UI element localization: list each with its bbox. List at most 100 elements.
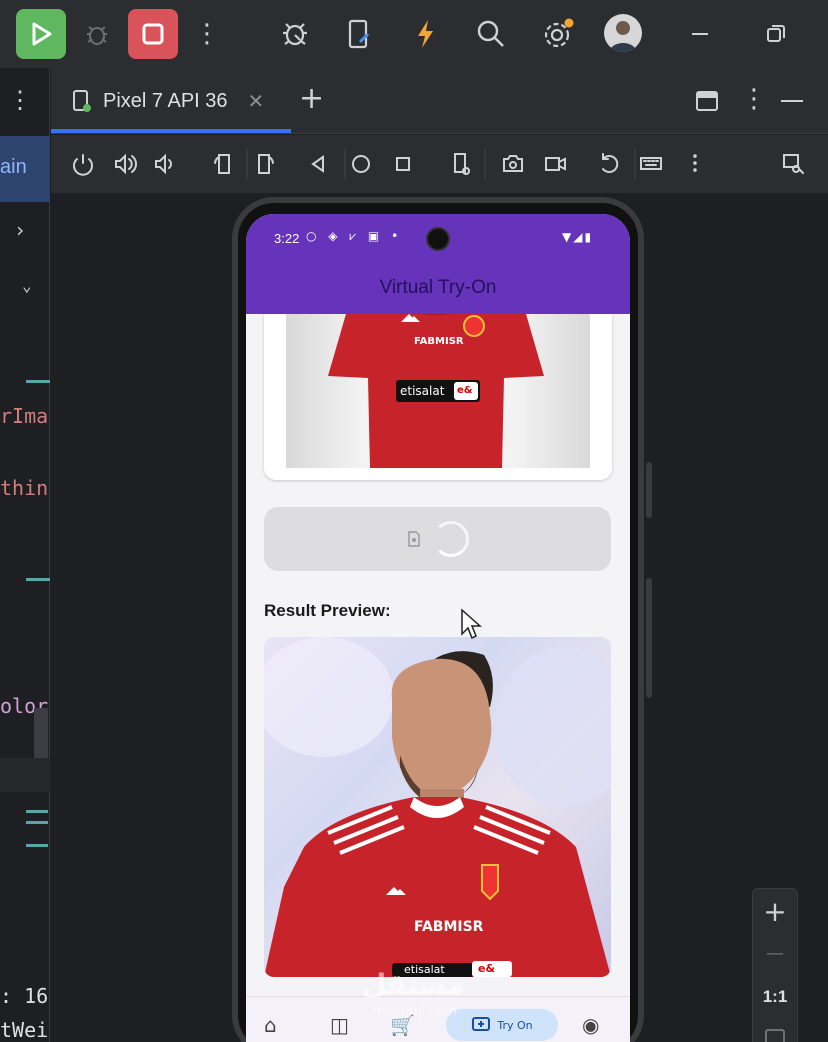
avatar-icon (609, 21, 637, 52)
restore-button[interactable] (762, 20, 790, 48)
hide-panel-icon[interactable] (781, 100, 803, 102)
lightning-icon (418, 20, 433, 48)
document-icon (407, 531, 420, 547)
chevron-down-icon[interactable]: ⌄ (22, 276, 32, 295)
zoom-out-button[interactable]: — (753, 943, 797, 964)
status-signal-icons: ▼◢▮ (562, 230, 594, 244)
zoom-controls: + — 1:1 (752, 888, 798, 1042)
device-mirror-icon (348, 19, 370, 49)
device-settings-icon[interactable] (454, 153, 471, 175)
layout-button[interactable] (695, 90, 719, 116)
gear-icon (544, 18, 574, 48)
code-marker (26, 578, 50, 581)
rotate-right-icon[interactable] (258, 154, 274, 174)
result-preview-label: Result Preview: (264, 601, 391, 620)
selected-file-tab[interactable]: ain (0, 136, 50, 202)
chevron-right-icon[interactable]: › (14, 218, 26, 242)
fit-screen-icon[interactable] (765, 1029, 785, 1042)
vertical-dots-icon[interactable]: ⋮ (194, 18, 220, 50)
bug-icon (87, 26, 107, 45)
vertical-dots-icon[interactable]: ⋮ (741, 84, 767, 114)
device-icon (73, 90, 91, 112)
ide-toolbar: ⋮ (0, 0, 828, 68)
loading-spinner (432, 521, 469, 557)
minimize-button[interactable] (686, 20, 714, 48)
phone-side-button[interactable] (646, 462, 652, 518)
volume-down-icon[interactable] (155, 153, 172, 175)
overview-icon[interactable] (396, 157, 410, 171)
watermark-url: mostaql.com (373, 1004, 458, 1019)
settings-button[interactable] (538, 14, 578, 54)
keyboard-icon[interactable] (640, 157, 662, 170)
volume-up-icon[interactable] (115, 153, 137, 175)
sponsor-badge: e& (457, 385, 473, 396)
device-control-icons (73, 149, 804, 179)
back-icon[interactable] (311, 155, 324, 173)
search-icon (477, 20, 504, 47)
avatar[interactable] (604, 14, 642, 52)
record-icon[interactable] (545, 157, 566, 171)
zoom-in-button[interactable]: + (753, 895, 797, 928)
file-tab-label: ain (0, 156, 27, 178)
code-marker (26, 810, 48, 824)
code-editor-edge: ⋮ ain › ⌄ rIma thin olor : 16 tWei (0, 68, 50, 1042)
try-on-button[interactable] (264, 507, 611, 571)
camera-icon[interactable] (503, 155, 523, 172)
app-title: Virtual Try-On (379, 277, 497, 298)
sponsor-top: FABMISR (414, 336, 464, 347)
status-notification-icons: ○ ◈ ⩗ ▣ • (306, 229, 403, 243)
minimize-icon (692, 33, 708, 35)
result-preview-image: FABMISR etisalat e& (264, 637, 611, 977)
active-tab-indicator (51, 129, 291, 133)
sponsor-main: etisalat (400, 384, 445, 398)
nav-active-label: Try On (497, 1018, 533, 1032)
profiler-icon (283, 23, 307, 46)
front-camera (426, 227, 450, 251)
search-button[interactable] (474, 16, 508, 52)
stop-icon (142, 23, 164, 45)
mouse-cursor-icon (461, 608, 482, 640)
restore-icon (767, 25, 785, 42)
status-time: 3:22 (274, 231, 300, 246)
close-icon[interactable]: ✕ (248, 89, 265, 113)
result-sponsor-badge: e& (478, 962, 496, 975)
vertical-dots-icon[interactable]: ⋮ (8, 86, 32, 114)
profiler-button[interactable] (278, 16, 312, 52)
plus-icon[interactable]: + (299, 84, 324, 114)
tab-pixel-7[interactable]: Pixel 7 API 36 ✕ (71, 68, 293, 134)
code-fragment: rIma (0, 404, 49, 428)
try-on-icon (472, 1017, 491, 1031)
device-controls (51, 135, 828, 193)
play-icon (32, 22, 52, 46)
scroll-content[interactable]: FABMISR etisalat e& Result Preview: FABM… (246, 314, 630, 996)
phone-side-button[interactable] (646, 578, 652, 698)
garment-image: FABMISR etisalat e& (286, 314, 590, 468)
run-button[interactable] (16, 9, 66, 59)
rotate-left-icon[interactable] (214, 154, 230, 174)
nav-item-try-on[interactable]: Try On (446, 1009, 558, 1041)
window-layout-icon (696, 91, 718, 111)
status-bar: 3:22 ○ ◈ ⩗ ▣ • ▼◢▮ (246, 214, 630, 262)
current-line-highlight (0, 758, 50, 792)
reset-icon[interactable] (602, 153, 619, 173)
garment-card: FABMISR etisalat e& (264, 314, 612, 480)
debug-button[interactable] (82, 19, 112, 49)
code-fragment: : 16 (0, 984, 49, 1008)
apply-changes-button[interactable] (410, 16, 440, 52)
watermark-logo: مستقل (362, 968, 465, 1001)
tab-label: Pixel 7 API 36 (103, 89, 228, 112)
result-sponsor-top: FABMISR (414, 919, 484, 935)
home-icon[interactable]: ⌂ (264, 1013, 277, 1037)
power-icon[interactable] (73, 154, 93, 176)
bag-icon[interactable]: ◫ (330, 1013, 349, 1037)
app-bar: Virtual Try-On (246, 262, 630, 314)
phone-screen[interactable]: 3:22 ○ ◈ ⩗ ▣ • ▼◢▮ Virtual Try-On FABMIS… (246, 214, 630, 1042)
inspect-icon[interactable] (783, 154, 804, 174)
stop-button[interactable] (128, 9, 178, 59)
code-marker (26, 380, 50, 383)
bottom-navigation: ⌂ ◫ 🛒 Try On ◉ (246, 996, 630, 1042)
profile-icon[interactable]: ◉ (582, 1013, 599, 1037)
zoom-ratio-button[interactable]: 1:1 (753, 987, 797, 1007)
device-mirror-button[interactable] (344, 16, 374, 52)
home-icon[interactable] (352, 155, 371, 173)
